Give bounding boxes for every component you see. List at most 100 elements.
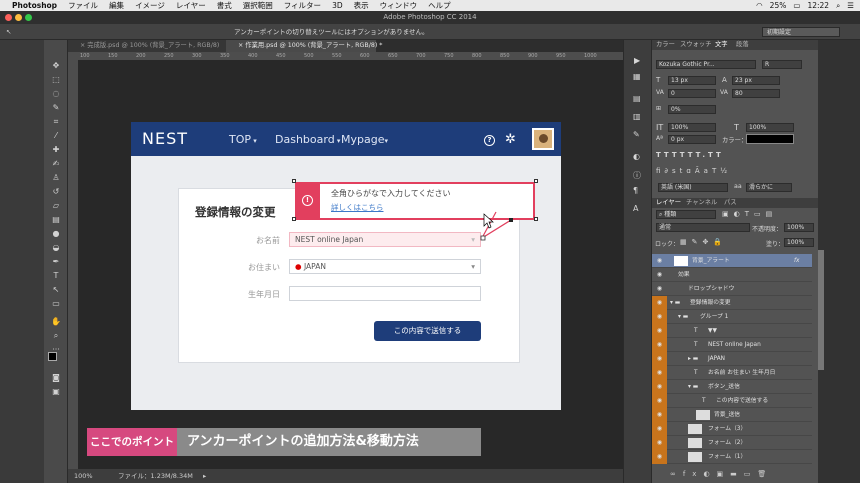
dodge-tool-icon[interactable]: ◒ bbox=[49, 242, 63, 253]
eye-icon[interactable]: ◉ bbox=[652, 352, 667, 366]
layer-footer-buttons[interactable]: ∞fx◐▣▬▭🗑 bbox=[670, 470, 773, 478]
layer-effect-row[interactable]: ◉ ドロップシャドウ bbox=[652, 282, 812, 296]
eraser-tool-icon[interactable]: ▱ bbox=[49, 200, 63, 211]
shape-tool-icon[interactable]: ▭ bbox=[49, 298, 63, 309]
eye-icon[interactable]: ◉ bbox=[652, 324, 667, 338]
menu-layer[interactable]: レイヤー bbox=[176, 0, 206, 11]
font-family-select[interactable]: Kozuka Gothic Pr... bbox=[656, 60, 756, 69]
layer-group-row[interactable]: ◉ ▾ ▬ 登録情報の変更 bbox=[652, 296, 812, 310]
eye-icon[interactable]: ◉ bbox=[652, 338, 667, 352]
eye-icon[interactable]: ◉ bbox=[652, 268, 667, 282]
anchor-point[interactable] bbox=[534, 179, 538, 183]
layer-row[interactable]: ◉ 背景_アラート fx bbox=[652, 254, 812, 268]
language-select[interactable]: 英語 (米国) bbox=[658, 183, 728, 192]
history-brush-tool-icon[interactable]: ↺ bbox=[49, 186, 63, 197]
clock[interactable]: 12:22 bbox=[807, 1, 829, 10]
font-size-field[interactable]: 13 px bbox=[668, 76, 716, 85]
wifi-icon[interactable]: ◠ bbox=[756, 1, 763, 10]
tab-layers[interactable]: レイヤー bbox=[656, 198, 681, 208]
baseline-field[interactable]: 0 px bbox=[668, 135, 716, 144]
layer-row[interactable]: ◉ T NEST online Japan bbox=[652, 338, 812, 352]
birthday-input[interactable] bbox=[289, 286, 481, 301]
type-tool-icon[interactable]: T bbox=[49, 270, 63, 281]
foreground-color-swatch[interactable] bbox=[48, 352, 57, 361]
layer-group-row[interactable]: ◉ ▾ ▬ ボタン_送信 bbox=[652, 380, 812, 394]
nav-mypage[interactable]: Mypage▾ bbox=[341, 133, 388, 146]
actions-panel-icon[interactable]: ▥ bbox=[633, 112, 641, 121]
eye-icon[interactable]: ◉ bbox=[652, 366, 667, 380]
zoom-window-button[interactable] bbox=[25, 14, 32, 21]
minimize-window-button[interactable] bbox=[15, 14, 22, 21]
path-select-tool-icon[interactable]: ↖ bbox=[49, 284, 63, 295]
eye-icon[interactable]: ◉ bbox=[652, 394, 667, 408]
info-panel-icon[interactable]: ⓘ bbox=[633, 170, 641, 181]
name-input[interactable]: NEST online Japan ▾ bbox=[289, 232, 481, 247]
nav-dashboard[interactable]: Dashboard ▾ bbox=[275, 133, 340, 146]
layer-group-row[interactable]: ◉ ▸ ▬ JAPAN bbox=[652, 352, 812, 366]
brush-tool-icon[interactable]: ✍ bbox=[49, 158, 63, 169]
tab-finished[interactable]: × 完成版.psd @ 100% (背景_アラート, RGB/8) bbox=[68, 40, 226, 52]
eye-icon[interactable]: ◉ bbox=[652, 282, 667, 296]
menu-type[interactable]: 書式 bbox=[217, 0, 232, 11]
layer-filter-buttons[interactable]: ▣◐T▭▤ bbox=[722, 210, 777, 218]
alert-link[interactable]: 詳しくはこちら bbox=[331, 202, 384, 213]
lock-buttons[interactable]: ▦✎✥🔒 bbox=[680, 238, 727, 246]
search-icon[interactable]: ⌕ bbox=[836, 1, 840, 11]
fx-icon[interactable]: fx bbox=[794, 254, 799, 268]
layer-row[interactable]: ◉ 背景_送信 bbox=[652, 408, 812, 422]
fill-field[interactable]: 100% bbox=[784, 238, 814, 247]
close-window-button[interactable] bbox=[5, 14, 12, 21]
hand-tool-icon[interactable]: ✋ bbox=[49, 316, 63, 327]
country-select[interactable]: ● JAPAN ▾ bbox=[289, 259, 481, 274]
tab-character[interactable]: 文字 bbox=[715, 40, 728, 50]
menu-help[interactable]: ヘルプ bbox=[428, 0, 451, 11]
layer-filter-select[interactable]: ⌕ 種類 bbox=[656, 210, 716, 219]
move-tool-icon[interactable]: ✥ bbox=[49, 60, 63, 71]
menu-select[interactable]: 選択範囲 bbox=[243, 0, 273, 11]
anchor-point[interactable] bbox=[509, 218, 513, 222]
stamp-tool-icon[interactable]: ♙ bbox=[49, 172, 63, 183]
leading-field[interactable]: 23 px bbox=[732, 76, 780, 85]
pen-tool-icon[interactable]: ✒ bbox=[49, 256, 63, 267]
adjust-panel-icon[interactable]: ◐ bbox=[633, 152, 640, 161]
blend-mode-select[interactable]: 通常 bbox=[656, 223, 750, 232]
font-style-select[interactable]: R bbox=[762, 60, 802, 69]
menu-image[interactable]: イメージ bbox=[135, 0, 165, 11]
eye-icon[interactable]: ◉ bbox=[652, 310, 667, 324]
help-icon[interactable]: ? bbox=[484, 135, 495, 146]
tsume-field[interactable]: 0% bbox=[668, 105, 716, 114]
screen-mode-icon[interactable]: ▣ bbox=[49, 386, 63, 397]
layer-group-row[interactable]: ◉ ▾ ▬ グループ 1 bbox=[652, 310, 812, 324]
text-color-swatch[interactable] bbox=[746, 134, 794, 144]
eye-icon[interactable]: ◉ bbox=[652, 422, 667, 436]
anchor-point[interactable] bbox=[480, 235, 486, 241]
tab-paragraph[interactable]: 段落 bbox=[736, 40, 749, 50]
opacity-field[interactable]: 100% bbox=[784, 223, 814, 232]
layer-row[interactable]: ◉ フォーム（2） bbox=[652, 436, 812, 450]
menu-app[interactable]: Photoshop bbox=[12, 1, 57, 10]
nav-top[interactable]: TOP ▾ bbox=[229, 133, 257, 146]
opentype-buttons[interactable]: ﬁ∂stɑĀaT½ bbox=[656, 167, 731, 175]
layer-effect-row[interactable]: ◉ 効果 bbox=[652, 268, 812, 282]
quick-select-tool-icon[interactable]: ✎ bbox=[49, 102, 63, 113]
gear-icon[interactable]: ✲ bbox=[505, 132, 516, 147]
eyedropper-tool-icon[interactable]: ⁄ bbox=[49, 130, 63, 141]
anchor-point[interactable] bbox=[534, 217, 538, 221]
menu-view[interactable]: 表示 bbox=[354, 0, 369, 11]
menu-edit[interactable]: 編集 bbox=[109, 0, 124, 11]
eye-icon[interactable]: ◉ bbox=[652, 296, 667, 310]
character-panel-icon[interactable]: A bbox=[633, 204, 638, 213]
eye-icon[interactable]: ◉ bbox=[652, 254, 667, 268]
lasso-tool-icon[interactable]: ◌ bbox=[49, 88, 63, 99]
healing-tool-icon[interactable]: ✚ bbox=[49, 144, 63, 155]
battery-icon[interactable]: ▭ bbox=[793, 1, 800, 10]
vertical-ruler[interactable] bbox=[68, 52, 78, 469]
status-arrow-icon[interactable]: ▸ bbox=[203, 469, 206, 483]
tab-paths[interactable]: パス bbox=[724, 198, 737, 208]
tab-color[interactable]: カラー bbox=[656, 40, 675, 50]
tracking-field[interactable]: 80 bbox=[732, 89, 780, 98]
zoom-level[interactable]: 100% bbox=[74, 469, 93, 483]
layer-row[interactable]: ◉ T お名前 お住まい 生年月日 bbox=[652, 366, 812, 380]
blur-tool-icon[interactable]: ● bbox=[49, 228, 63, 239]
anchor-point[interactable] bbox=[292, 179, 296, 183]
